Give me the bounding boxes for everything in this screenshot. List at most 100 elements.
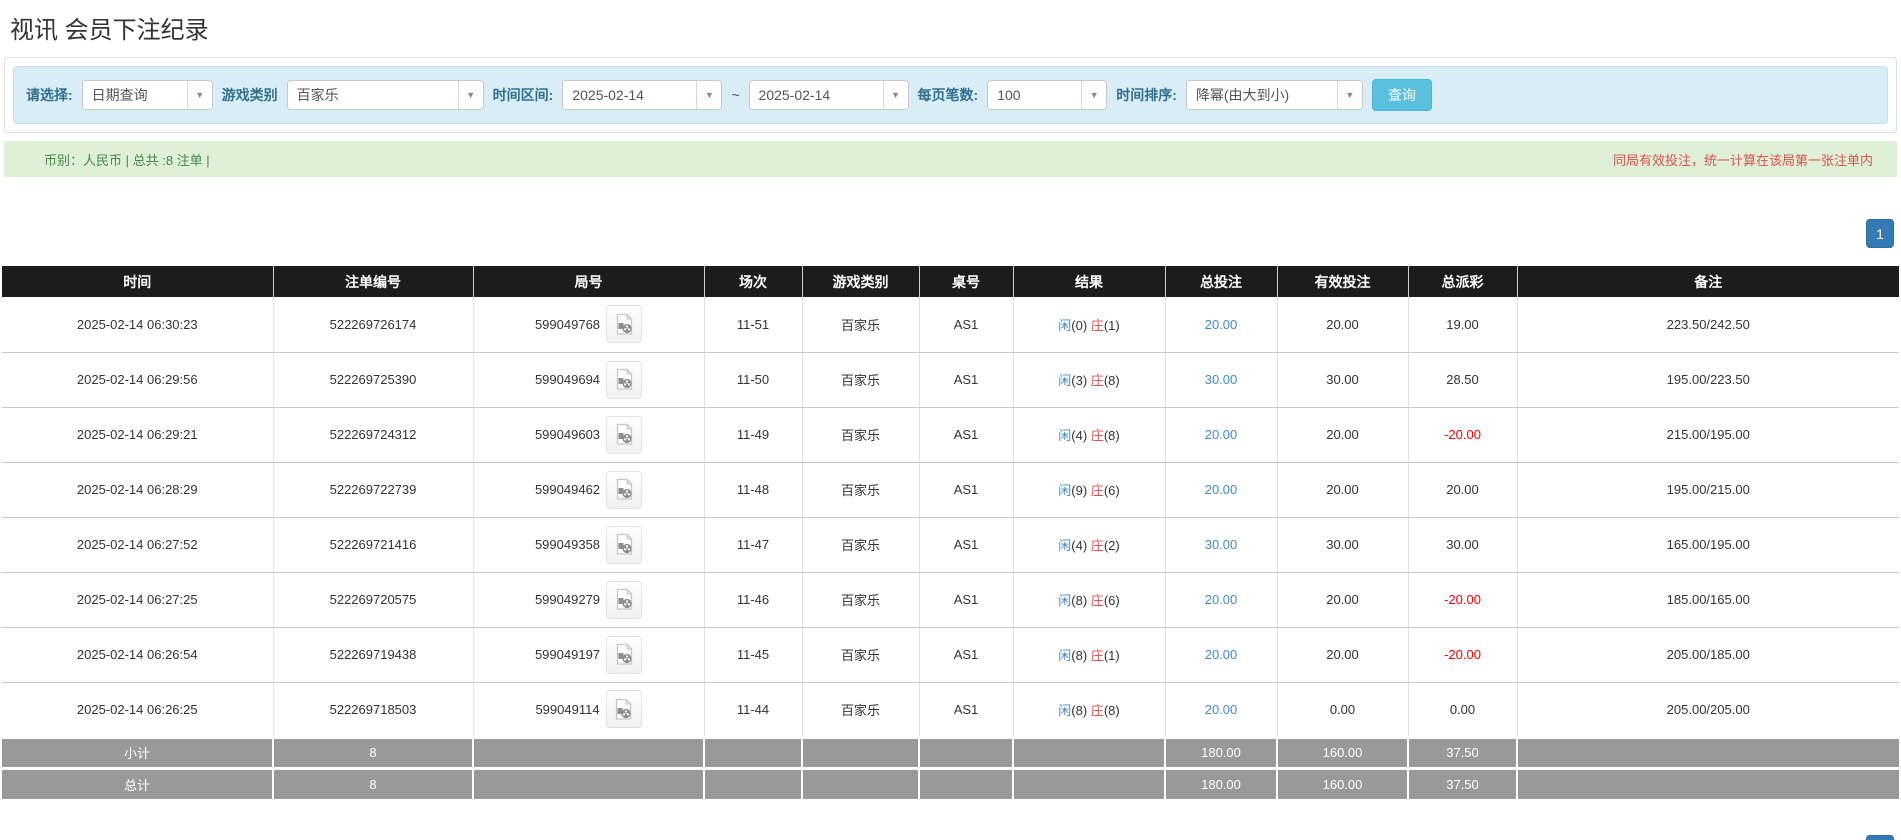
page-size-select[interactable]: ▼ [987,80,1108,110]
total-bet-link[interactable]: 20.00 [1205,317,1238,332]
date-from-select[interactable]: ▼ [562,80,723,110]
filter-bar: 请选择: ▼ 游戏类别 ▼ 时间区间: ▼ ~ ▼ 每页笔数: ▼ 时间排序: … [13,66,1888,124]
chevron-down-icon[interactable]: ▼ [696,81,722,109]
video-replay-button[interactable] [606,305,643,344]
cell-note: 165.00/195.00 [1517,517,1899,573]
game-category-select[interactable]: ▼ [286,80,484,110]
cell-note: 195.00/215.00 [1517,462,1899,518]
cell-valid-bet: 0.00 [1277,682,1409,738]
result-player-value: (8) [1071,593,1091,608]
cell-session: 11-45 [704,627,803,683]
column-header: 备注 [1517,266,1899,297]
subtotal-row: 小计 8 180.00 160.00 37.50 [2,735,1899,768]
cell-payout: 30.00 [1408,517,1518,573]
total-bet-link[interactable]: 20.00 [1205,427,1238,442]
cell-valid-bet: 20.00 [1277,297,1409,353]
page-size-value[interactable] [988,81,1082,109]
video-replay-icon [616,588,633,610]
cell-payout: 20.00 [1408,462,1518,518]
round-id-text: 599049462 [534,482,601,497]
filter-panel: 请选择: ▼ 游戏类别 ▼ 时间区间: ▼ ~ ▼ 每页笔数: ▼ 时间排序: … [4,57,1897,133]
cell-round-id: 599049462 [473,462,705,518]
video-replay-button[interactable] [606,525,643,564]
video-replay-icon [616,368,633,390]
time-range-label: 时间区间: [492,87,554,103]
result-player-value: (0) [1071,317,1091,333]
cell-bet-id: 522269724312 [273,407,474,463]
chevron-down-icon[interactable]: ▼ [186,81,212,109]
cell-table-no: AS1 [919,462,1014,518]
total-bet-link[interactable]: 20.00 [1205,647,1238,662]
video-replay-icon [616,478,633,500]
column-header: 总投注 [1165,266,1278,297]
video-replay-icon [616,643,633,665]
cell-round-id: 599049114 [473,682,705,738]
result-banker-label: 庄 [1090,702,1104,718]
total-bet-link[interactable]: 30.00 [1205,537,1238,552]
cell-time: 2025-02-14 06:30:23 [2,297,274,353]
table-row: 2025-02-14 06:30:23 522269726174 599049768… [2,297,1899,353]
cell-total-bet: 20.00 [1165,462,1278,518]
subtotal-valid-bet: 160.00 [1277,735,1409,768]
grand-total-count: 8 [273,766,474,799]
result-player-value: (8) [1071,702,1091,718]
cell-time: 2025-02-14 06:27:52 [2,517,274,573]
date-to-select[interactable]: ▼ [748,80,909,110]
video-replay-button[interactable] [606,360,643,399]
chevron-down-icon[interactable]: ▼ [457,81,483,109]
result-banker-label: 庄 [1090,483,1104,498]
video-replay-button[interactable] [606,470,643,509]
cell-payout: -20.00 [1408,627,1518,683]
cell-bet-id: 522269720575 [273,572,474,628]
video-replay-button[interactable] [606,580,643,619]
cell-game-category: 百家乐 [802,297,920,353]
total-bet-link[interactable]: 20.00 [1205,702,1238,717]
chevron-down-icon[interactable]: ▼ [882,81,908,109]
cell-game-category: 百家乐 [802,352,920,408]
valid-bet-note: 同局有效投注，统一计算在该局第一张注单内 [1612,152,1873,168]
cell-valid-bet: 20.00 [1277,572,1409,628]
cell-result: 闲(0) 庄(1) [1013,297,1166,353]
time-sort-label: 时间排序: [1116,87,1177,103]
cell-time: 2025-02-14 06:29:21 [2,407,274,463]
result-banker-value: (1) [1103,648,1120,663]
date-from-value[interactable] [563,81,697,109]
round-id-text: 599049279 [534,592,601,607]
result-player-value: (8) [1071,648,1091,663]
grand-total-row: 总计 8 180.00 160.00 37.50 [2,766,1899,799]
query-type-label: 请选择: [26,87,73,103]
table-footer: 小计 8 180.00 160.00 37.50 总计 8 180.00 160… [2,735,1899,799]
game-category-value[interactable] [287,81,458,109]
pagination-page-1[interactable]: 1 [1866,219,1894,248]
cell-note: 205.00/205.00 [1517,682,1899,738]
total-bet-link[interactable]: 20.00 [1205,592,1238,607]
query-type-select[interactable]: ▼ [81,80,213,110]
cell-total-bet: 20.00 [1165,572,1278,628]
search-button[interactable]: 查询 [1371,79,1432,111]
video-replay-button[interactable] [606,635,643,674]
chevron-down-icon[interactable]: ▼ [1336,81,1362,109]
cell-session: 11-51 [704,297,803,353]
column-header: 结果 [1013,266,1166,297]
cell-total-bet: 20.00 [1165,682,1278,738]
date-to-value[interactable] [749,81,883,109]
query-type-value[interactable] [82,81,187,109]
column-header: 时间 [2,266,274,297]
result-banker-label: 庄 [1090,317,1104,333]
cell-payout: 19.00 [1408,297,1518,353]
cell-result: 闲(9) 庄(6) [1013,462,1166,518]
cell-result: 闲(8) 庄(1) [1013,627,1166,683]
bet-records-table: 时间 注单编号 局号 场次 游戏类别 桌号 结果 总投注 有效投注 总派彩 备注 2025-02-1… [2,266,1899,799]
total-bet-link[interactable]: 20.00 [1205,482,1238,497]
round-id-text: 599049114 [535,701,600,717]
time-sort-select[interactable]: ▼ [1185,80,1363,110]
video-replay-button[interactable] [605,690,642,728]
chevron-down-icon[interactable]: ▼ [1081,81,1107,109]
video-replay-button[interactable] [606,415,643,454]
pagination-page-1[interactable]: 1 [1866,835,1894,840]
subtotal-label: 小计 [2,735,274,768]
total-bet-link[interactable]: 30.00 [1205,372,1238,387]
cell-session: 11-44 [704,682,803,738]
time-sort-value[interactable] [1186,81,1337,109]
cell-game-category: 百家乐 [802,407,920,463]
